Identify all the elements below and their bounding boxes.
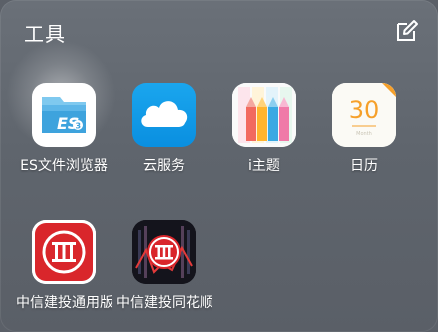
app-calendar[interactable]: 30 Month 日历 — [316, 83, 412, 175]
app-label: 中信建投同花顺 — [116, 295, 212, 311]
calendar-icon: 30 Month — [332, 83, 396, 147]
app-cloud-service[interactable]: 云服务 — [116, 83, 212, 175]
calendar-date: 30 — [349, 96, 380, 124]
es-file-explorer-icon: ES 3 — [32, 83, 96, 147]
tools-folder: 工具 ES 3 ES文件浏览器 云服务 i主题 30 Month 日历 中信建投… — [0, 0, 438, 332]
app-es-file-explorer[interactable]: ES 3 ES文件浏览器 — [16, 83, 112, 175]
svg-text:3: 3 — [76, 122, 82, 131]
app-citic-securities[interactable]: 中信建投通用版 — [16, 220, 112, 312]
edit-button[interactable] — [394, 18, 420, 44]
citic-tonghuashun-icon — [132, 220, 196, 284]
app-label: 中信建投通用版 — [16, 295, 112, 311]
citic-securities-icon — [32, 220, 96, 284]
app-label: 日历 — [350, 158, 378, 174]
folder-title: 工具 — [24, 22, 66, 46]
app-citic-tonghuashun[interactable]: 中信建投同花顺 — [116, 220, 212, 312]
app-label: i主题 — [248, 158, 280, 174]
app-itheme[interactable]: i主题 — [216, 83, 312, 175]
app-label: 云服务 — [143, 158, 185, 174]
edit-icon — [397, 20, 418, 41]
itheme-icon — [232, 83, 296, 147]
calendar-month: Month — [356, 131, 372, 137]
cloud-service-icon — [132, 83, 196, 147]
app-label: ES文件浏览器 — [20, 158, 108, 174]
